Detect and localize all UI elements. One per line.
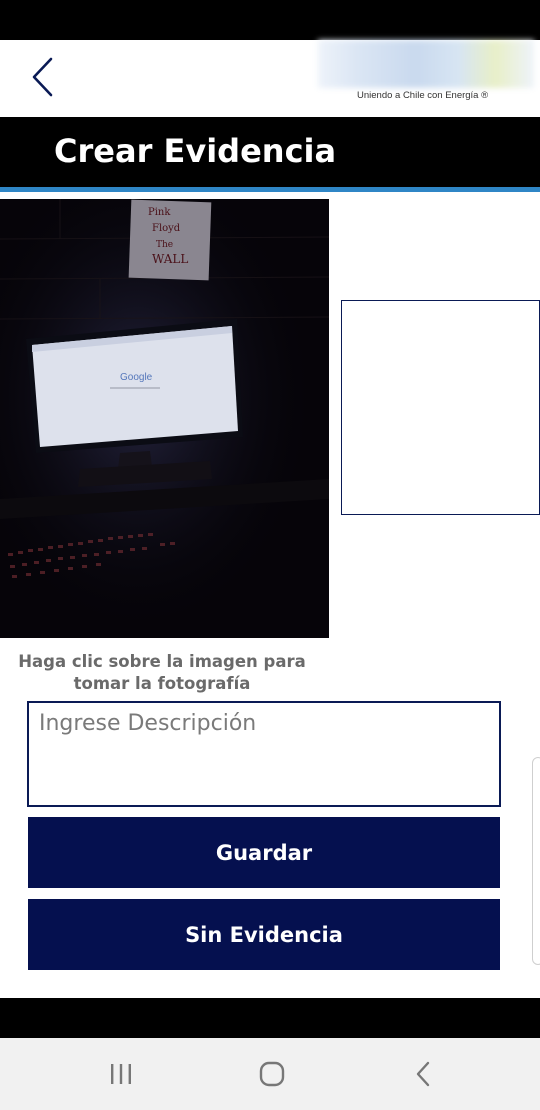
svg-text:Floyd: Floyd — [152, 223, 181, 234]
system-nav-bar — [0, 1038, 540, 1110]
app-header: Uniendo a Chile con Energía ® — [0, 40, 540, 117]
system-back-button[interactable] — [393, 1052, 453, 1096]
chevron-left-icon — [32, 57, 53, 97]
brand-tagline: Uniendo a Chile con Energía ® — [357, 90, 489, 101]
recent-apps-icon — [111, 1064, 131, 1084]
svg-text:The: The — [156, 240, 173, 250]
side-panel-edge[interactable] — [532, 757, 540, 965]
save-button[interactable]: Guardar — [28, 817, 500, 888]
home-icon — [259, 1061, 285, 1087]
recent-apps-button[interactable] — [91, 1052, 151, 1096]
poster: Pink Floyd The WALL — [128, 199, 212, 281]
evidence-photo-image: Pink Floyd The WALL Google — [0, 199, 329, 638]
monitor-screen-text: Google — [120, 372, 153, 383]
home-button[interactable] — [242, 1052, 302, 1096]
bottom-bar — [0, 998, 540, 1038]
status-bar — [0, 0, 540, 40]
photo-hint-text: Haga clic sobre la imagen para tomar la … — [18, 652, 306, 693]
title-bar: Crear Evidencia — [0, 117, 540, 187]
title-accent-line — [0, 187, 540, 192]
system-back-icon — [416, 1061, 430, 1087]
brand-logo-image — [318, 40, 534, 88]
svg-text:Pink: Pink — [148, 207, 171, 218]
photo-preview-frame — [341, 300, 540, 515]
no-evidence-button[interactable]: Sin Evidencia — [28, 899, 500, 970]
brand-logo: Uniendo a Chile con Energía ® — [318, 40, 534, 108]
page-title: Crear Evidencia — [54, 132, 337, 170]
evidence-photo[interactable]: Pink Floyd The WALL Google — [0, 199, 329, 638]
back-button[interactable] — [22, 54, 62, 100]
description-input[interactable] — [27, 701, 501, 807]
svg-text:WALL: WALL — [152, 252, 188, 266]
